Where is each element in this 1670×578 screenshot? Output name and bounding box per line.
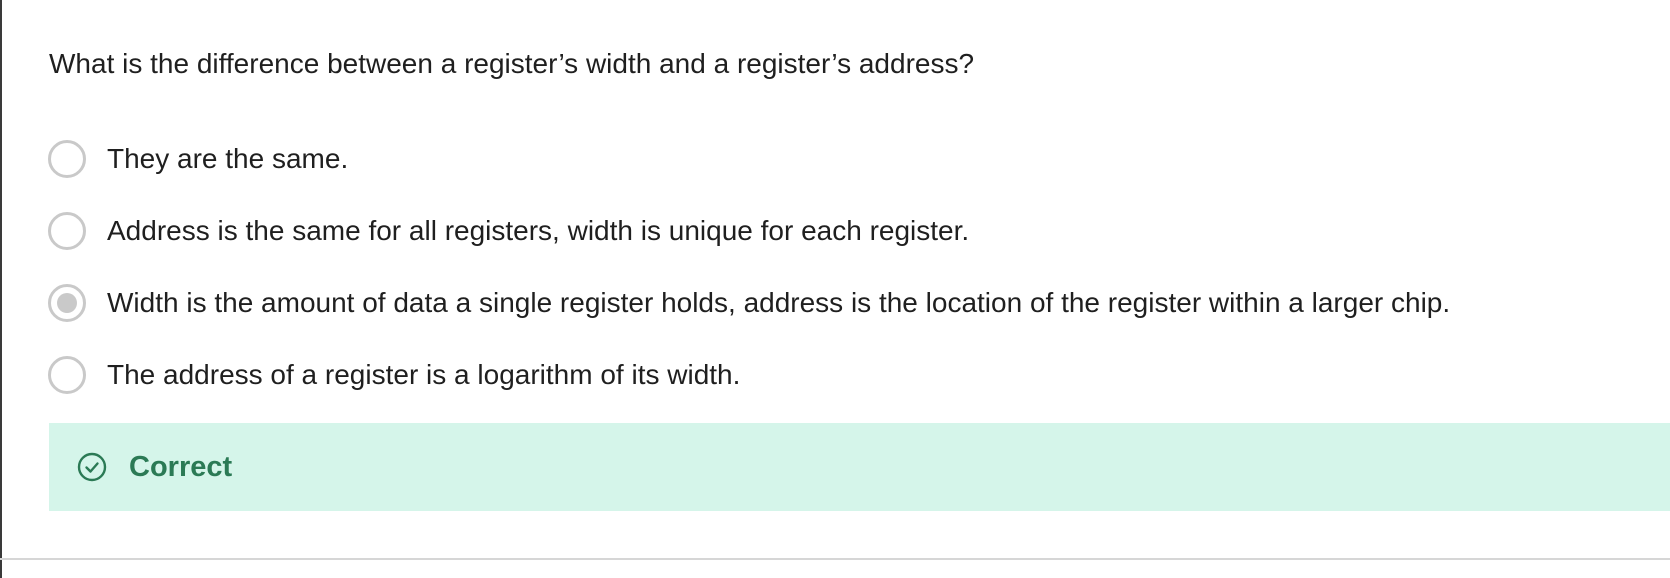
answer-option-4[interactable]: The address of a register is a logarithm… <box>48 355 1648 395</box>
answer-options: They are the same. Address is the same f… <box>48 139 1648 395</box>
answer-option-label: The address of a register is a logarithm… <box>107 359 741 390</box>
answer-option-label: Address is the same for all registers, w… <box>107 215 970 246</box>
question-text: What is the difference between a registe… <box>49 48 975 79</box>
answer-option-1[interactable]: They are the same. <box>48 139 1648 179</box>
radio-button[interactable] <box>48 356 86 394</box>
answer-option-label: Width is the amount of data a single reg… <box>107 287 1451 318</box>
radio-button[interactable] <box>48 140 86 178</box>
feedback-banner: Correct <box>49 423 1670 511</box>
feedback-label: Correct <box>129 451 233 483</box>
radio-selected-dot <box>57 293 77 313</box>
bottom-divider <box>0 558 1670 560</box>
answer-option-3[interactable]: Width is the amount of data a single reg… <box>48 283 1648 323</box>
answer-option-2[interactable]: Address is the same for all registers, w… <box>48 211 1648 251</box>
answer-option-label: They are the same. <box>107 143 349 174</box>
quiz-question-panel: What is the difference between a registe… <box>0 0 1670 578</box>
radio-button[interactable] <box>48 212 86 250</box>
panel-left-border <box>0 0 2 578</box>
radio-button[interactable] <box>48 284 86 322</box>
check-circle-icon <box>77 452 107 482</box>
